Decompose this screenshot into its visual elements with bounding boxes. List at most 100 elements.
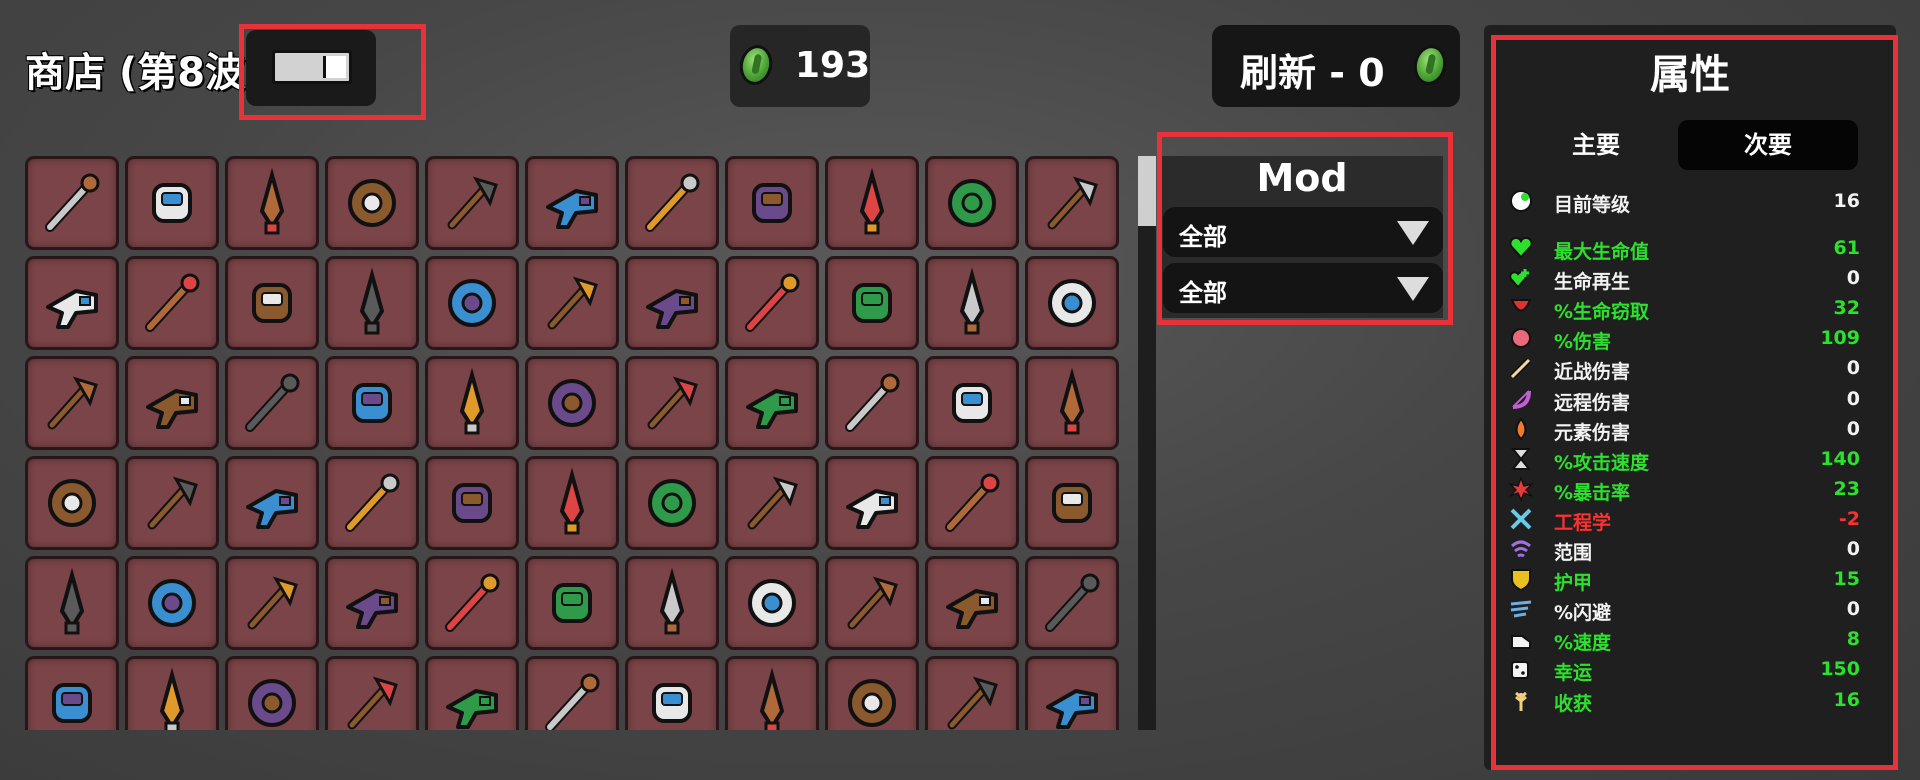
shop-item-slot[interactable] (425, 456, 519, 550)
ice-hammer-icon (1046, 689, 1098, 729)
shop-item-slot[interactable] (925, 656, 1019, 730)
shop-item-slot[interactable] (225, 256, 319, 350)
shop-item-slot[interactable] (425, 356, 519, 450)
shop-item-slot[interactable] (225, 356, 319, 450)
shop-item-slot[interactable] (25, 556, 119, 650)
bazooka-icon (245, 373, 300, 432)
shop-item-slot[interactable] (625, 256, 719, 350)
shop-item-slot[interactable] (325, 656, 419, 730)
ice-spear-icon (159, 667, 185, 730)
shop-item-slot[interactable] (925, 256, 1019, 350)
shop-item-slot[interactable] (825, 556, 919, 650)
shop-item-slot[interactable] (1025, 256, 1119, 350)
shop-item-slot[interactable] (25, 356, 119, 450)
item-grid (25, 156, 1121, 730)
shop-item-slot[interactable] (725, 556, 819, 650)
shop-item-slot[interactable] (625, 156, 719, 250)
shop-item-slot[interactable] (525, 256, 619, 350)
shop-item-slot[interactable] (725, 156, 819, 250)
shop-item-slot[interactable] (125, 256, 219, 350)
shop-item-slot[interactable] (725, 256, 819, 350)
plasma-cannon-icon (1052, 483, 1092, 523)
reroll-coin-icon (1410, 42, 1450, 88)
hand-chop-icon (752, 183, 792, 223)
pruning-shears-icon (247, 576, 298, 630)
shop-item-slot[interactable] (625, 456, 719, 550)
shop-item-slot[interactable] (525, 356, 619, 450)
spiked-club-icon (45, 173, 100, 232)
shop-item-slot[interactable] (325, 156, 419, 250)
shop-item-slot[interactable] (525, 156, 619, 250)
spiked-shield-icon (452, 483, 492, 523)
crystal-mace-icon (545, 673, 600, 730)
shop-item-slot[interactable] (625, 656, 719, 730)
shop-item-slot[interactable] (225, 156, 319, 250)
shop-item-slot[interactable] (225, 556, 319, 650)
shop-item-slot[interactable] (425, 656, 519, 730)
sword-icon (359, 267, 385, 335)
shop-item-slot[interactable] (1025, 356, 1119, 450)
shop-item-slot[interactable] (425, 156, 519, 250)
gatling-gauntlet-icon (747, 476, 798, 530)
scanner-gun-icon (959, 267, 985, 335)
shop-item-slot[interactable] (725, 356, 819, 450)
torch-icon (547, 276, 598, 330)
cleaver-icon (147, 476, 198, 530)
shop-item-slot[interactable] (925, 156, 1019, 250)
shop-item-slot[interactable] (925, 556, 1019, 650)
shop-item-slot[interactable] (25, 156, 119, 250)
dagger-icon (859, 167, 885, 235)
shop-item-slot[interactable] (525, 456, 619, 550)
gear-gun-icon (445, 573, 500, 632)
shop-item-slot[interactable] (725, 456, 819, 550)
shop-item-slot[interactable] (125, 156, 219, 250)
shop-item-slot[interactable] (1025, 556, 1119, 650)
shop-item-slot[interactable] (25, 456, 119, 550)
shop-item-slot[interactable] (1025, 656, 1119, 730)
hatchet-icon (48, 479, 96, 527)
shop-item-slot[interactable] (125, 356, 219, 450)
shop-item-slot[interactable] (325, 256, 419, 350)
shop-item-slot[interactable] (225, 456, 319, 550)
shop-item-slot[interactable] (125, 656, 219, 730)
taser-icon (746, 389, 798, 429)
shop-item-slot[interactable] (825, 256, 919, 350)
shop-item-slot[interactable] (825, 456, 919, 550)
highlight-box-stats (1491, 35, 1898, 770)
shop-item-slot[interactable] (125, 556, 219, 650)
scrollbar-track[interactable] (1138, 156, 1156, 730)
short-sword-icon (748, 579, 796, 627)
shop-item-slot[interactable] (825, 656, 919, 730)
shop-item-slot[interactable] (425, 556, 519, 650)
smg-icon (647, 376, 698, 430)
shop-item-slot[interactable] (625, 556, 719, 650)
shop-item-slot[interactable] (925, 456, 1019, 550)
shop-item-slot[interactable] (825, 156, 919, 250)
crystal-leaf-icon (546, 189, 598, 229)
shop-item-slot[interactable] (425, 256, 519, 350)
blaster-icon (146, 389, 198, 429)
shop-item-slot[interactable] (525, 556, 619, 650)
shop-item-slot[interactable] (225, 656, 319, 730)
plank-icon (1045, 573, 1100, 632)
hydraulic-wrench-icon (246, 489, 298, 529)
shop-item-slot[interactable] (325, 356, 419, 450)
power-fist-icon (345, 473, 400, 532)
shop-item-slot[interactable] (925, 356, 1019, 450)
shop-item-slot[interactable] (25, 256, 119, 350)
shop-item-slot[interactable] (325, 556, 419, 650)
shop-item-slot[interactable] (825, 356, 919, 450)
fist-icon (348, 179, 396, 227)
shop-item-slot[interactable] (325, 456, 419, 550)
wrench-icon (646, 289, 698, 329)
shop-item-slot[interactable] (625, 356, 719, 450)
shop-item-slot[interactable] (725, 656, 819, 730)
turret-gun-icon (852, 283, 892, 323)
shop-item-slot[interactable] (1025, 456, 1119, 550)
shop-item-slot[interactable] (125, 456, 219, 550)
scrollbar-thumb[interactable] (1138, 156, 1156, 226)
shop-item-slot[interactable] (525, 656, 619, 730)
lightning-rod-icon (248, 679, 296, 727)
shop-item-slot[interactable] (1025, 156, 1119, 250)
shop-item-slot[interactable] (25, 656, 119, 730)
